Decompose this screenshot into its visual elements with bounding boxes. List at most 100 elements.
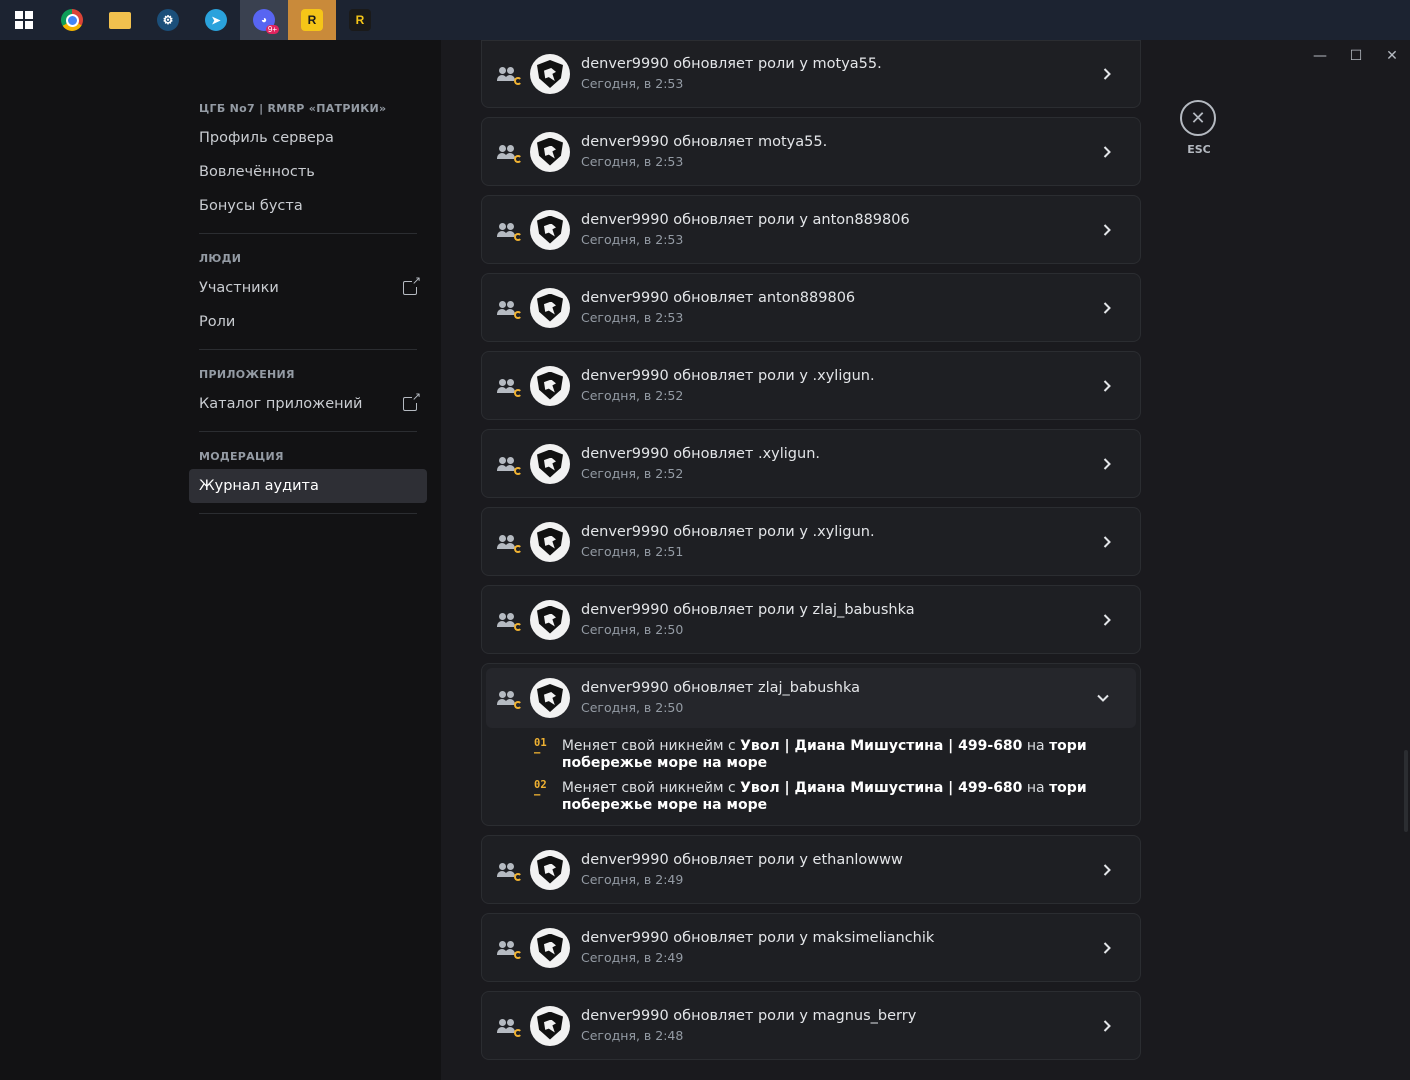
avatar[interactable] xyxy=(530,927,570,968)
change-item: 02– Меняет свой никнейм с Увол | Диана Ми… xyxy=(534,780,1130,814)
audit-log-entry[interactable]: denver9990 обновляет роли у anton889806 С… xyxy=(481,195,1141,264)
sidebar-item-boost-perks[interactable]: Бонусы буста xyxy=(189,189,427,223)
member-update-icon xyxy=(497,688,522,709)
avatar[interactable] xyxy=(530,521,570,562)
discord-taskbar-button[interactable]: ◕ 9+ xyxy=(240,0,288,40)
audit-log-entry[interactable]: denver9990 обновляет zlaj_babushka Сегодн… xyxy=(481,663,1141,826)
chevron-right-icon[interactable] xyxy=(1092,855,1122,885)
chevron-down-icon[interactable] xyxy=(1088,683,1118,713)
telegram-taskbar-button[interactable]: ➤ xyxy=(192,0,240,40)
shield-icon xyxy=(537,60,563,88)
audit-log-entry[interactable]: denver9990 обновляет роли у maksimelianc… xyxy=(481,913,1141,982)
chevron-right-icon[interactable] xyxy=(1092,527,1122,557)
telegram-icon: ➤ xyxy=(205,9,227,31)
member-update-icon xyxy=(497,938,522,959)
rockstar-taskbar-button[interactable]: R xyxy=(288,0,336,40)
audit-log-entry-header[interactable]: denver9990 обновляет роли у magnus_berry… xyxy=(482,992,1140,1059)
chevron-right-icon[interactable] xyxy=(1092,59,1122,89)
audit-log-entry-header[interactable]: denver9990 обновляет motya55. Сегодня, в … xyxy=(482,118,1140,185)
audit-log-entry-header[interactable]: denver9990 обновляет роли у anton889806 С… xyxy=(482,196,1140,263)
avatar[interactable] xyxy=(530,443,570,484)
sidebar-item-audit-log[interactable]: Журнал аудита xyxy=(189,469,427,503)
change-number: 01– xyxy=(534,737,547,759)
chevron-right-icon[interactable] xyxy=(1092,933,1122,963)
audit-log-entry-header[interactable]: denver9990 обновляет anton889806 Сегодня,… xyxy=(482,274,1140,341)
audit-log-timestamp: Сегодня, в 2:49 xyxy=(581,949,684,965)
audit-log-entry-text: denver9990 обновляет роли у maksimelianc… xyxy=(581,929,1092,967)
audit-log-panel: denver9990 обновляет роли у motya55. Сего… xyxy=(441,40,1410,1080)
chevron-right-icon[interactable] xyxy=(1092,449,1122,479)
audit-log-entry[interactable]: denver9990 обновляет anton889806 Сегодня,… xyxy=(481,273,1141,342)
external-link-icon xyxy=(403,391,421,411)
divider xyxy=(199,513,417,514)
avatar[interactable] xyxy=(530,365,570,406)
audit-log-entry[interactable]: denver9990 обновляет роли у .xyligun. Сег… xyxy=(481,351,1141,420)
notification-badge: 9+ xyxy=(265,25,279,34)
audit-log-timestamp: Сегодня, в 2:51 xyxy=(581,543,684,559)
audit-log-entry-header[interactable]: denver9990 обновляет роли у ethanlowww Се… xyxy=(482,836,1140,903)
avatar[interactable] xyxy=(530,1005,570,1046)
member-update-icon xyxy=(497,860,522,881)
avatar[interactable] xyxy=(530,678,570,718)
divider xyxy=(199,233,417,234)
scrollbar[interactable] xyxy=(1404,750,1408,832)
esc-label: ESC xyxy=(1187,143,1211,156)
audit-log-action: denver9990 обновляет роли у .xyligun. xyxy=(581,367,875,384)
shield-icon xyxy=(537,293,563,322)
shield-icon xyxy=(537,137,563,166)
audit-log-entry-text: denver9990 обновляет anton889806 Сегодня,… xyxy=(581,289,1092,327)
close-window-button[interactable]: ✕ xyxy=(1374,40,1410,72)
audit-log-entry[interactable]: denver9990 обновляет роли у magnus_berry… xyxy=(481,991,1141,1060)
change-text: Меняет свой никнейм с Увол | Диана Мишус… xyxy=(561,780,1087,813)
audit-log-entry-header[interactable]: denver9990 обновляет .xyligun. Сегодня, в… xyxy=(482,430,1140,497)
audit-log-entry[interactable]: denver9990 обновляет роли у zlaj_babushk… xyxy=(481,585,1141,654)
avatar[interactable] xyxy=(530,599,570,640)
audit-log-entry-header[interactable]: denver9990 обновляет роли у .xyligun. Сег… xyxy=(482,508,1140,575)
sidebar-item-roles[interactable]: Роли xyxy=(189,305,427,339)
audit-log-entry[interactable]: denver9990 обновляет motya55. Сегодня, в … xyxy=(481,117,1141,186)
audit-log-entry-header[interactable]: denver9990 обновляет роли у .xyligun. Сег… xyxy=(482,352,1140,419)
close-settings[interactable]: ✕ ESC xyxy=(1180,100,1218,156)
audit-log-entry-header[interactable]: denver9990 обновляет роли у motya55. Сего… xyxy=(482,41,1140,107)
member-update-icon xyxy=(497,64,522,85)
chevron-right-icon[interactable] xyxy=(1092,137,1122,167)
audit-log-entry-text: denver9990 обновляет роли у magnus_berry… xyxy=(581,1007,1092,1045)
audit-log-entry[interactable]: denver9990 обновляет роли у ethanlowww Се… xyxy=(481,835,1141,904)
sidebar-item-members[interactable]: Участники xyxy=(189,271,427,305)
sidebar-item-engagement[interactable]: Вовлечённость xyxy=(189,155,427,189)
audit-log-entry-header[interactable]: denver9990 обновляет zlaj_babushka Сегодн… xyxy=(486,668,1136,728)
audit-log-timestamp: Сегодня, в 2:53 xyxy=(581,231,684,247)
file-explorer-taskbar-button[interactable] xyxy=(96,0,144,40)
audit-log-entry-header[interactable]: denver9990 обновляет роли у maksimelianc… xyxy=(482,914,1140,981)
start-button[interactable] xyxy=(0,0,48,40)
audit-log-entry-text: denver9990 обновляет роли у ethanlowww Се… xyxy=(581,851,1092,889)
audit-log-entry-header[interactable]: denver9990 обновляет роли у zlaj_babushk… xyxy=(482,586,1140,653)
close-icon[interactable]: ✕ xyxy=(1180,100,1216,136)
member-update-icon xyxy=(497,376,522,397)
avatar[interactable] xyxy=(530,209,570,250)
audit-log-entry[interactable]: denver9990 обновляет роли у .xyligun. Сег… xyxy=(481,507,1141,576)
avatar[interactable] xyxy=(530,54,570,94)
avatar[interactable] xyxy=(530,849,570,890)
chevron-right-icon[interactable] xyxy=(1092,215,1122,245)
chrome-taskbar-button[interactable] xyxy=(48,0,96,40)
ragemp-taskbar-button[interactable]: R xyxy=(336,0,384,40)
audit-log-entry[interactable]: denver9990 обновляет .xyligun. Сегодня, в… xyxy=(481,429,1141,498)
minimize-button[interactable]: — xyxy=(1302,40,1338,72)
chevron-right-icon[interactable] xyxy=(1092,605,1122,635)
steam-taskbar-button[interactable]: ⚙ xyxy=(144,0,192,40)
chevron-right-icon[interactable] xyxy=(1092,1011,1122,1041)
audit-log-action: denver9990 обновляет роли у ethanlowww xyxy=(581,851,903,868)
avatar[interactable] xyxy=(530,287,570,328)
shield-icon xyxy=(537,527,563,556)
maximize-button[interactable]: ☐ xyxy=(1338,40,1374,72)
member-update-icon xyxy=(497,142,522,163)
sidebar-item-app-directory[interactable]: Каталог приложений xyxy=(189,387,427,421)
sidebar-item-server-profile[interactable]: Профиль сервера xyxy=(189,121,427,155)
chevron-right-icon[interactable] xyxy=(1092,293,1122,323)
audit-log-timestamp: Сегодня, в 2:53 xyxy=(581,153,684,169)
people-header: ЛЮДИ xyxy=(199,252,242,265)
audit-log-entry[interactable]: denver9990 обновляет роли у motya55. Сего… xyxy=(481,40,1141,108)
avatar[interactable] xyxy=(530,131,570,172)
chevron-right-icon[interactable] xyxy=(1092,371,1122,401)
